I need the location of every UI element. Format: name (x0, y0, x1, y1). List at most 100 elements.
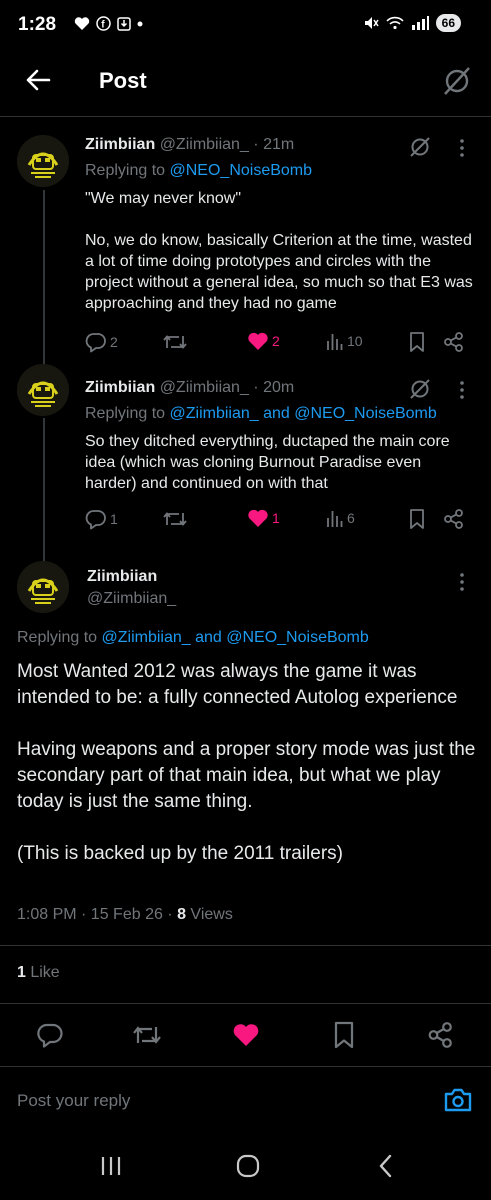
heart-icon (248, 332, 268, 350)
replying-prefix: Replying to (85, 162, 170, 179)
views-icon (327, 334, 343, 350)
meta-divider (0, 945, 491, 946)
author-name[interactable]: Ziimbiian (85, 379, 155, 396)
bookmark-icon (410, 509, 424, 529)
grok-icon (410, 137, 430, 157)
reply-button[interactable]: 1 (85, 508, 118, 530)
reply-input[interactable]: Post your reply (17, 1091, 130, 1111)
recent-apps-icon (101, 1157, 121, 1175)
share-icon (428, 1022, 452, 1048)
post-time: · 21m (253, 136, 295, 153)
bookmark-button[interactable] (407, 508, 427, 530)
camera-button[interactable] (443, 1086, 473, 1114)
views-count[interactable]: 8 (177, 906, 186, 923)
author-handle[interactable]: @Ziimbiian_ (160, 379, 249, 396)
share-button[interactable] (427, 1021, 455, 1049)
reply-icon (37, 1023, 63, 1048)
more-options-button[interactable] (458, 138, 466, 158)
reply-icon (85, 510, 106, 530)
heart-icon (233, 1024, 259, 1046)
replying-to: Replying to @Ziimbiian_ and @NEO_NoiseBo… (85, 405, 437, 423)
repost-icon (163, 512, 187, 526)
heart-icon (248, 509, 268, 527)
grok-explain-button[interactable] (408, 135, 432, 159)
mute-icon (364, 17, 379, 29)
like-button[interactable]: 2 (247, 331, 280, 351)
mention-link[interactable]: @Ziimbiian_ and @NEO_NoiseBomb (170, 405, 437, 422)
avatar[interactable] (17, 364, 69, 416)
more-options-button[interactable] (458, 572, 466, 592)
repost-button[interactable] (162, 508, 188, 530)
facebook-icon: f (96, 16, 111, 31)
views-button[interactable]: 6 (326, 508, 355, 528)
avatar[interactable] (17, 561, 69, 613)
mention-link[interactable]: @Ziimbiian_ and @NEO_NoiseBomb (102, 629, 369, 646)
like-button[interactable] (232, 1022, 260, 1048)
svg-text:f: f (101, 20, 105, 31)
wifi-icon (386, 16, 404, 30)
view-count: 6 (347, 510, 355, 526)
back-button[interactable] (24, 66, 52, 94)
likes-divider (0, 1003, 491, 1004)
reply-button[interactable] (36, 1021, 64, 1049)
replying-to: Replying to @NEO_NoiseBomb (85, 162, 312, 180)
camera-icon (444, 1088, 472, 1112)
view-count: 10 (347, 333, 363, 349)
like-button[interactable]: 1 (247, 508, 280, 528)
more-dots-icon (460, 573, 464, 591)
grok-button[interactable] (442, 65, 472, 97)
post-text: So they ditched everything, ductaped the… (85, 433, 455, 492)
system-icons: 66 (363, 14, 461, 32)
reply-button[interactable]: 2 (85, 331, 118, 353)
nav-back-button[interactable] (375, 1153, 397, 1179)
views-label: Views (185, 906, 233, 923)
reply-count: 1 (110, 511, 118, 527)
download-icon (117, 17, 131, 31)
actions-divider (0, 1066, 491, 1067)
page-title: Post (99, 68, 147, 93)
repost-button[interactable] (131, 1021, 163, 1049)
battery-indicator: 66 (435, 14, 461, 32)
bookmark-icon (410, 332, 424, 352)
author-handle[interactable]: @Ziimbiian_ (87, 590, 176, 608)
post-meta: 1:08 PM · 15 Feb 26 · 8 Views (17, 906, 233, 924)
status-time: 1:28 (18, 14, 57, 35)
nav-back-icon (379, 1154, 392, 1178)
repost-icon (163, 335, 187, 349)
bookmark-button[interactable] (331, 1020, 357, 1050)
replying-prefix: Replying to (17, 629, 102, 646)
signal-icon (411, 16, 429, 30)
likes-label: Like (25, 964, 60, 981)
heart-notification-icon (74, 17, 90, 30)
post-time: · 20m (253, 379, 295, 396)
author-handle[interactable]: @Ziimbiian_ (160, 136, 249, 153)
views-button[interactable]: 10 (326, 331, 363, 351)
author-name[interactable]: Ziimbiian (85, 136, 155, 153)
author-name[interactable]: Ziimbiian (87, 568, 157, 586)
reply-count: 2 (110, 334, 118, 350)
share-button[interactable] (443, 508, 465, 530)
more-options-button[interactable] (458, 380, 466, 400)
avatar[interactable] (17, 135, 69, 187)
like-count: 2 (272, 333, 280, 349)
grok-icon (444, 67, 470, 95)
home-button[interactable] (235, 1153, 261, 1179)
grok-icon (410, 379, 430, 399)
post-timestamp: 1:08 PM · 15 Feb 26 · (17, 906, 178, 923)
post-text: "We may never know" No, we do know, basi… (85, 190, 473, 312)
likes-summary[interactable]: 1 Like (17, 964, 60, 982)
dot-icon (137, 21, 143, 26)
back-arrow-icon (26, 69, 51, 91)
repost-button[interactable] (162, 331, 188, 353)
share-button[interactable] (443, 331, 465, 353)
mention-link[interactable]: @NEO_NoiseBomb (170, 162, 313, 179)
more-dots-icon (460, 139, 464, 157)
recent-apps-button[interactable] (99, 1154, 123, 1178)
bookmark-button[interactable] (407, 331, 427, 353)
share-icon (444, 332, 463, 352)
notification-icons: f (74, 16, 143, 31)
share-icon (444, 509, 463, 529)
main-post-text: Most Wanted 2012 was always the game it … (17, 661, 476, 864)
repost-icon (133, 1026, 161, 1044)
grok-explain-button[interactable] (408, 377, 432, 401)
